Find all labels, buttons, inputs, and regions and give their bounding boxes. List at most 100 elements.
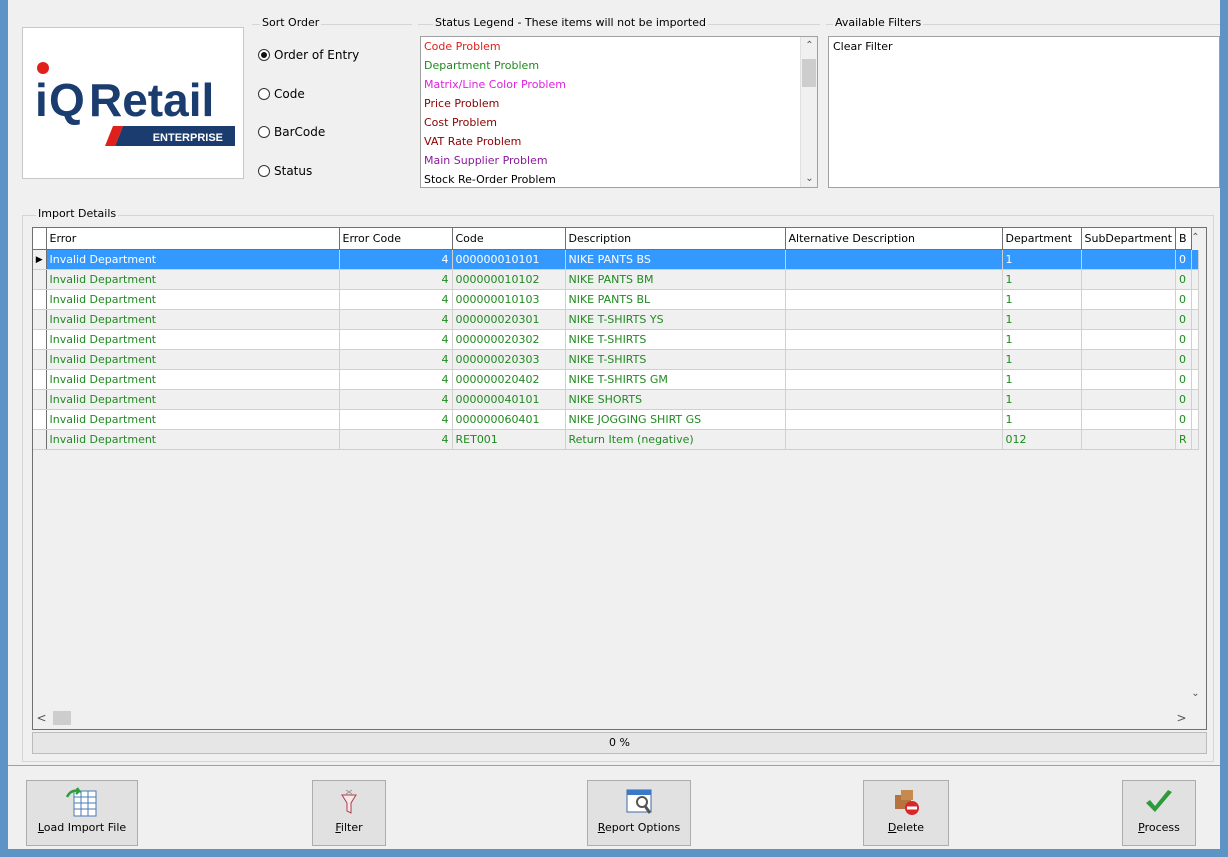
filter-button[interactable]: Filter — [312, 780, 386, 846]
grid-scroll-down-icon[interactable]: ⌄ — [1187, 688, 1204, 699]
cell-b[interactable]: 0 — [1175, 389, 1193, 410]
cell-b[interactable]: 0 — [1175, 289, 1193, 310]
table-row[interactable]: Invalid Department 4 000000040101 NIKE SHOR… — [33, 389, 1200, 410]
cell-department[interactable]: 012 — [1002, 429, 1082, 450]
sort-barcode-radio[interactable]: BarCode — [258, 125, 325, 139]
cell-description[interactable]: NIKE T-SHIRTS YS — [565, 309, 786, 330]
row-indicator[interactable] — [33, 269, 47, 290]
cell-error[interactable]: Invalid Department — [46, 369, 340, 390]
column-header-department[interactable]: Department — [1002, 228, 1082, 250]
cell-b[interactable]: 0 — [1175, 409, 1193, 430]
column-header-error[interactable]: Error — [46, 228, 340, 250]
cell-error-code[interactable]: 4 — [339, 389, 453, 410]
cell-code[interactable]: 000000020402 — [452, 369, 566, 390]
cell-error[interactable]: Invalid Department — [46, 269, 340, 290]
cell-department[interactable]: 1 — [1002, 389, 1082, 410]
cell-alt-description[interactable] — [785, 269, 1003, 290]
table-row[interactable]: Invalid Department 4 000000060401 NIKE JOGG… — [33, 409, 1200, 430]
cell-error-code[interactable]: 4 — [339, 329, 453, 350]
cell-error[interactable]: Invalid Department — [46, 309, 340, 330]
cell-department[interactable]: 1 — [1002, 289, 1082, 310]
cell-description[interactable]: NIKE PANTS BS — [565, 249, 786, 270]
cell-subdepartment[interactable] — [1081, 389, 1177, 410]
cell-description[interactable]: NIKE PANTS BM — [565, 269, 786, 290]
cell-subdepartment[interactable] — [1081, 329, 1177, 350]
column-header-alt-description[interactable]: Alternative Description — [785, 228, 1003, 250]
cell-alt-description[interactable] — [785, 349, 1003, 370]
cell-department[interactable]: 1 — [1002, 329, 1082, 350]
scroll-up-icon[interactable]: ⌃ — [801, 40, 817, 51]
process-button[interactable]: Process — [1122, 780, 1196, 846]
cell-error-code[interactable]: 4 — [339, 289, 453, 310]
cell-subdepartment[interactable] — [1081, 409, 1177, 430]
grid-horizontal-scrollbar[interactable]: < > — [33, 708, 1190, 728]
column-header-error-code[interactable]: Error Code — [339, 228, 453, 250]
table-row[interactable]: ▶ Invalid Department 4 000000010101 NIKE PAN… — [33, 249, 1200, 270]
cell-subdepartment[interactable] — [1081, 309, 1177, 330]
cell-alt-description[interactable] — [785, 409, 1003, 430]
table-row[interactable]: Invalid Department 4 RET001 Return Item (ne… — [33, 429, 1200, 450]
cell-code[interactable]: 000000060401 — [452, 409, 566, 430]
scroll-down-icon[interactable]: ⌄ — [801, 173, 817, 184]
column-header-code[interactable]: Code — [452, 228, 566, 250]
cell-error-code[interactable]: 4 — [339, 309, 453, 330]
row-indicator[interactable] — [33, 369, 47, 390]
cell-description[interactable]: NIKE SHORTS — [565, 389, 786, 410]
status-legend-list[interactable]: Code Problem Department Problem Matrix/L… — [420, 36, 818, 188]
row-indicator[interactable] — [33, 309, 47, 330]
cell-error-code[interactable]: 4 — [339, 249, 453, 270]
sort-status-radio[interactable]: Status — [258, 164, 312, 178]
cell-subdepartment[interactable] — [1081, 349, 1177, 370]
sort-code-radio[interactable]: Code — [258, 87, 305, 101]
cell-error[interactable]: Invalid Department — [46, 429, 340, 450]
row-indicator[interactable] — [33, 349, 47, 370]
cell-code[interactable]: 000000020302 — [452, 329, 566, 350]
cell-description[interactable]: Return Item (negative) — [565, 429, 786, 450]
row-indicator[interactable] — [33, 389, 47, 410]
cell-department[interactable]: 1 — [1002, 409, 1082, 430]
report-options-button[interactable]: Report Options — [587, 780, 691, 846]
cell-error[interactable]: Invalid Department — [46, 349, 340, 370]
table-row[interactable]: Invalid Department 4 000000020302 NIKE T-SH… — [33, 329, 1200, 350]
column-header-description[interactable]: Description — [565, 228, 786, 250]
cell-subdepartment[interactable] — [1081, 369, 1177, 390]
cell-b[interactable]: 0 — [1175, 349, 1193, 370]
cell-b[interactable]: 0 — [1175, 309, 1193, 330]
cell-department[interactable]: 1 — [1002, 369, 1082, 390]
cell-description[interactable]: NIKE T-SHIRTS GM — [565, 369, 786, 390]
cell-error-code[interactable]: 4 — [339, 369, 453, 390]
scroll-right-icon[interactable]: > — [1173, 711, 1190, 725]
legend-scrollbar[interactable]: ⌃ ⌄ — [800, 37, 817, 187]
cell-error-code[interactable]: 4 — [339, 429, 453, 450]
cell-description[interactable]: NIKE JOGGING SHIRT GS — [565, 409, 786, 430]
table-row[interactable]: Invalid Department 4 000000020301 NIKE T-SH… — [33, 309, 1200, 330]
cell-subdepartment[interactable] — [1081, 429, 1177, 450]
available-filters-list[interactable]: Clear Filter — [828, 36, 1220, 188]
cell-alt-description[interactable] — [785, 329, 1003, 350]
cell-code[interactable]: RET001 — [452, 429, 566, 450]
cell-department[interactable]: 1 — [1002, 309, 1082, 330]
cell-subdepartment[interactable] — [1081, 249, 1177, 270]
row-indicator[interactable] — [33, 409, 47, 430]
table-row[interactable]: Invalid Department 4 000000010103 NIKE PANT… — [33, 289, 1200, 310]
row-indicator[interactable] — [33, 329, 47, 350]
row-indicator[interactable] — [33, 289, 47, 310]
cell-alt-description[interactable] — [785, 369, 1003, 390]
cell-department[interactable]: 1 — [1002, 269, 1082, 290]
table-row[interactable]: Invalid Department 4 000000020303 NIKE T-SH… — [33, 349, 1200, 370]
current-row-pointer-icon[interactable]: ▶ — [33, 249, 47, 270]
cell-error[interactable]: Invalid Department — [46, 289, 340, 310]
cell-error[interactable]: Invalid Department — [46, 329, 340, 350]
table-row[interactable]: Invalid Department 4 000000010102 NIKE PANT… — [33, 269, 1200, 290]
delete-button[interactable]: Delete — [863, 780, 949, 846]
cell-error[interactable]: Invalid Department — [46, 389, 340, 410]
cell-code[interactable]: 000000010102 — [452, 269, 566, 290]
cell-error[interactable]: Invalid Department — [46, 249, 340, 270]
cell-subdepartment[interactable] — [1081, 289, 1177, 310]
cell-department[interactable]: 1 — [1002, 249, 1082, 270]
cell-alt-description[interactable] — [785, 389, 1003, 410]
cell-b[interactable]: 0 — [1175, 249, 1193, 270]
cell-alt-description[interactable] — [785, 249, 1003, 270]
table-row[interactable]: Invalid Department 4 000000020402 NIKE T-SH… — [33, 369, 1200, 390]
grid-scroll-up-icon[interactable]: ⌃ — [1187, 232, 1204, 243]
